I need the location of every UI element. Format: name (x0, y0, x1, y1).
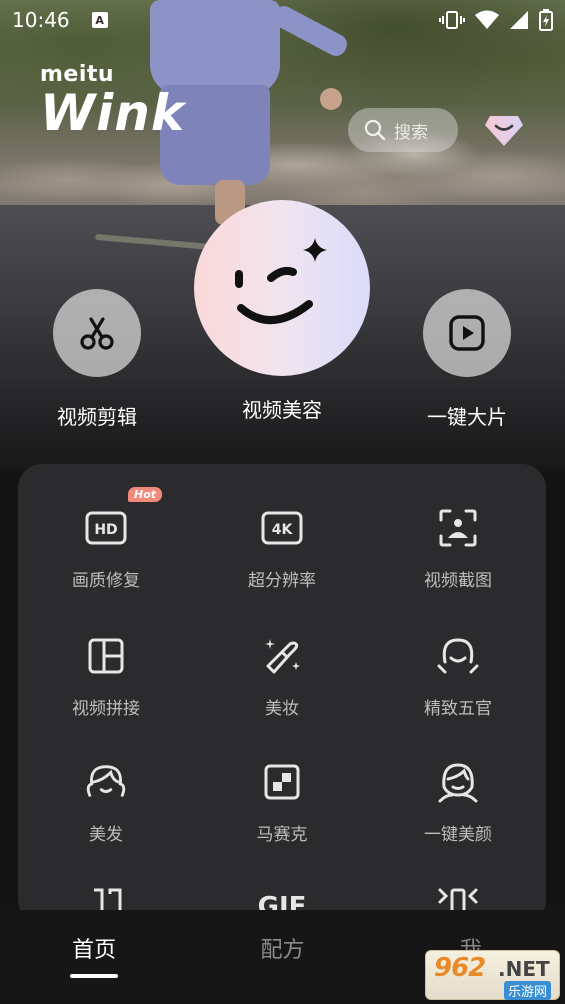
tool-super-resolution[interactable]: 4K 超分辨率 (194, 506, 370, 591)
one-click-blockbuster-action[interactable]: 一键大片 (412, 289, 522, 430)
tool-label: 美发 (89, 825, 123, 845)
hot-badge: Hot (128, 487, 163, 502)
tool-one-click-beauty[interactable]: 一键美颜 (370, 760, 546, 845)
brand-meitu: meitu (40, 62, 115, 87)
video-beauty-label: 视频美容 (242, 398, 322, 422)
hd-icon: HD (85, 511, 127, 545)
tool-makeup[interactable]: 美妆 (194, 634, 370, 719)
makeup-icon (265, 639, 300, 674)
battery-icon (539, 9, 553, 31)
tool-label: 视频拼接 (72, 699, 140, 719)
brand-wink: Wink (40, 84, 186, 142)
tool-label: 马赛克 (256, 825, 308, 845)
tool-label: 精致五官 (424, 699, 492, 719)
tool-refine-features[interactable]: 精致五官 (370, 634, 546, 719)
4k-icon: 4K (261, 511, 303, 545)
watermark-site: 乐游网 (504, 981, 552, 1000)
face-features-icon (437, 638, 479, 674)
one-click-blockbuster-button[interactable] (423, 289, 511, 377)
status-icons (439, 9, 553, 31)
tab-recipes-label: 配方 (260, 938, 305, 963)
video-beauty-action[interactable]: 视频美容 (188, 200, 376, 423)
svg-text:HD: HD (94, 522, 117, 538)
site-watermark: 962 .NET 乐游网 (425, 950, 560, 1000)
signal-icon (510, 11, 528, 29)
status-time: 10:46 (12, 8, 70, 32)
search-placeholder: 搜索 (394, 122, 428, 143)
screenshot-icon (439, 509, 477, 547)
hair-icon (86, 765, 126, 797)
mosaic-icon (264, 764, 300, 800)
tool-mosaic[interactable]: 马赛克 (194, 760, 370, 845)
tool-label: 一键美颜 (424, 825, 492, 845)
video-edit-action[interactable]: 视频剪辑 (42, 289, 152, 430)
play-icon (449, 315, 485, 351)
search-icon (364, 119, 386, 141)
tool-label: 超分辨率 (248, 571, 316, 591)
active-tab-indicator (70, 974, 119, 978)
video-edit-label: 视频剪辑 (57, 405, 137, 429)
watermark-number: 962 (434, 953, 486, 983)
status-bar: 10:46 A (0, 0, 565, 40)
wifi-icon (475, 10, 499, 29)
wink-face-icon (235, 238, 327, 324)
vip-diamond-icon[interactable] (484, 112, 524, 148)
video-edit-button[interactable] (53, 289, 141, 377)
tools-panel: HD 画质修复 4K 超分辨率 视频截图 视频拼接 美妆 精致五官 美发 马赛克… (18, 464, 546, 924)
scissors-icon (80, 317, 114, 350)
beauty-icon (438, 763, 478, 803)
tool-hair[interactable]: 美发 (18, 760, 194, 845)
watermark-suffix: .NET (498, 957, 550, 981)
tool-video-screenshot[interactable]: 视频截图 (370, 506, 546, 591)
tool-quality-restore[interactable]: HD 画质修复 (18, 506, 194, 591)
tab-home[interactable]: 首页 (0, 910, 188, 1004)
vibrate-icon (439, 11, 465, 29)
video-beauty-button[interactable] (194, 200, 370, 376)
tool-label: 视频截图 (424, 571, 492, 591)
search-button[interactable]: 搜索 (348, 108, 458, 152)
tool-video-collage[interactable]: 视频拼接 (18, 634, 194, 719)
tab-recipes[interactable]: 配方 (188, 910, 376, 1004)
svg-text:4K: 4K (272, 522, 294, 538)
tool-label: 画质修复 (72, 571, 140, 591)
tool-label: 美妆 (265, 699, 299, 719)
one-click-blockbuster-label: 一键大片 (427, 405, 507, 429)
tab-home-label: 首页 (72, 938, 117, 963)
collage-icon (88, 638, 124, 674)
app-logo: meitu Wink (40, 62, 186, 142)
notification-icon: A (91, 12, 108, 28)
